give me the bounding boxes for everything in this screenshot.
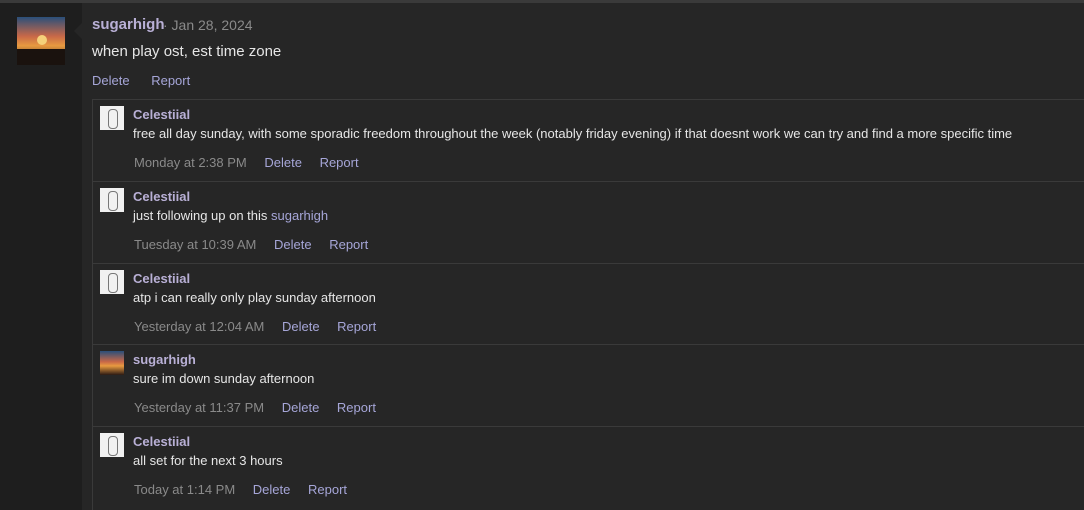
sunset-avatar[interactable] bbox=[100, 351, 124, 375]
user-mention-link[interactable]: sugarhigh bbox=[271, 208, 328, 223]
comment-meta: Yesterday at 11:37 PM Delete Report bbox=[134, 400, 376, 415]
comment-item: Celestiial all set for the next 3 hours … bbox=[93, 426, 1084, 508]
delete-button[interactable]: Delete bbox=[282, 400, 320, 415]
sketch-figure bbox=[108, 109, 118, 129]
comment-text-body: sure im down sunday afternoon bbox=[133, 371, 315, 386]
comment-item: Celestiial atp i can really only play su… bbox=[93, 263, 1084, 345]
comment-item: Celestiial just following up on this sug… bbox=[93, 181, 1084, 263]
sketch-avatar[interactable] bbox=[100, 270, 124, 294]
avatar[interactable] bbox=[17, 17, 65, 65]
sketch-figure bbox=[108, 191, 118, 211]
comment-text-body: free all day sunday, with some sporadic … bbox=[133, 126, 1013, 141]
comment-text-body: just following up on this bbox=[133, 208, 272, 223]
comment-author[interactable]: Celestiial bbox=[133, 271, 190, 286]
comment-timestamp[interactable]: Tuesday at 10:39 AM bbox=[134, 237, 256, 252]
sun-shape bbox=[37, 35, 47, 45]
sketch-figure bbox=[108, 436, 118, 456]
comment-item: sugarhigh sure im down sunday afternoon … bbox=[93, 344, 1084, 426]
comment-meta: Yesterday at 12:04 AM Delete Report bbox=[134, 319, 376, 334]
comment-author[interactable]: sugarhigh bbox=[133, 352, 196, 367]
delete-button[interactable]: Delete bbox=[253, 482, 291, 497]
message-panel: sugarhigh · Jan 28, 2024 when play ost, … bbox=[82, 3, 1084, 510]
delete-button[interactable]: Delete bbox=[264, 155, 302, 170]
report-button[interactable]: Report bbox=[329, 237, 368, 252]
comment-timestamp[interactable]: Today at 1:14 PM bbox=[134, 482, 235, 497]
delete-button[interactable]: Delete bbox=[274, 237, 312, 252]
comment-text-body: atp i can really only play sunday aftern… bbox=[133, 290, 376, 305]
sketch-avatar[interactable] bbox=[100, 106, 124, 130]
comment-item: Celestiial free all day sunday, with som… bbox=[93, 99, 1084, 181]
comment-meta: Today at 1:14 PM Delete Report bbox=[134, 482, 347, 497]
comment-author[interactable]: Celestiial bbox=[133, 434, 190, 449]
comment-meta: Monday at 2:38 PM Delete Report bbox=[134, 155, 359, 170]
post-date[interactable]: · Jan 28, 2024 bbox=[163, 17, 253, 33]
delete-button[interactable]: Delete bbox=[92, 73, 130, 88]
comment-timestamp[interactable]: Yesterday at 12:04 AM bbox=[134, 319, 264, 334]
post-author[interactable]: sugarhigh bbox=[92, 16, 165, 33]
profile-post-thread: sugarhigh · Jan 28, 2024 when play ost, … bbox=[0, 0, 1084, 510]
post-actions: Delete Report bbox=[92, 73, 208, 88]
comments-list: Celestiial free all day sunday, with som… bbox=[92, 99, 1084, 510]
sketch-figure bbox=[108, 273, 118, 293]
comment-text: free all day sunday, with some sporadic … bbox=[133, 126, 1012, 141]
sketch-avatar[interactable] bbox=[100, 188, 124, 212]
avatar-column bbox=[0, 3, 82, 510]
comment-text: atp i can really only play sunday aftern… bbox=[133, 290, 376, 305]
report-button[interactable]: Report bbox=[337, 400, 376, 415]
sketch-avatar[interactable] bbox=[100, 433, 124, 457]
comment-text: sure im down sunday afternoon bbox=[133, 371, 314, 386]
comment-author[interactable]: Celestiial bbox=[133, 189, 190, 204]
report-button[interactable]: Report bbox=[308, 482, 347, 497]
comment-text-body: all set for the next 3 hours bbox=[133, 453, 283, 468]
comment-meta: Tuesday at 10:39 AM Delete Report bbox=[134, 237, 368, 252]
report-button[interactable]: Report bbox=[337, 319, 376, 334]
post-text: when play ost, est time zone bbox=[92, 43, 282, 60]
report-button[interactable]: Report bbox=[320, 155, 359, 170]
comment-text: all set for the next 3 hours bbox=[133, 453, 283, 468]
comment-text: just following up on this sugarhigh bbox=[133, 208, 328, 223]
comment-timestamp[interactable]: Monday at 2:38 PM bbox=[134, 155, 247, 170]
comment-author[interactable]: Celestiial bbox=[133, 107, 190, 122]
trees-shape bbox=[17, 49, 65, 65]
delete-button[interactable]: Delete bbox=[282, 319, 320, 334]
report-button[interactable]: Report bbox=[151, 73, 190, 88]
comment-timestamp[interactable]: Yesterday at 11:37 PM bbox=[134, 400, 264, 415]
